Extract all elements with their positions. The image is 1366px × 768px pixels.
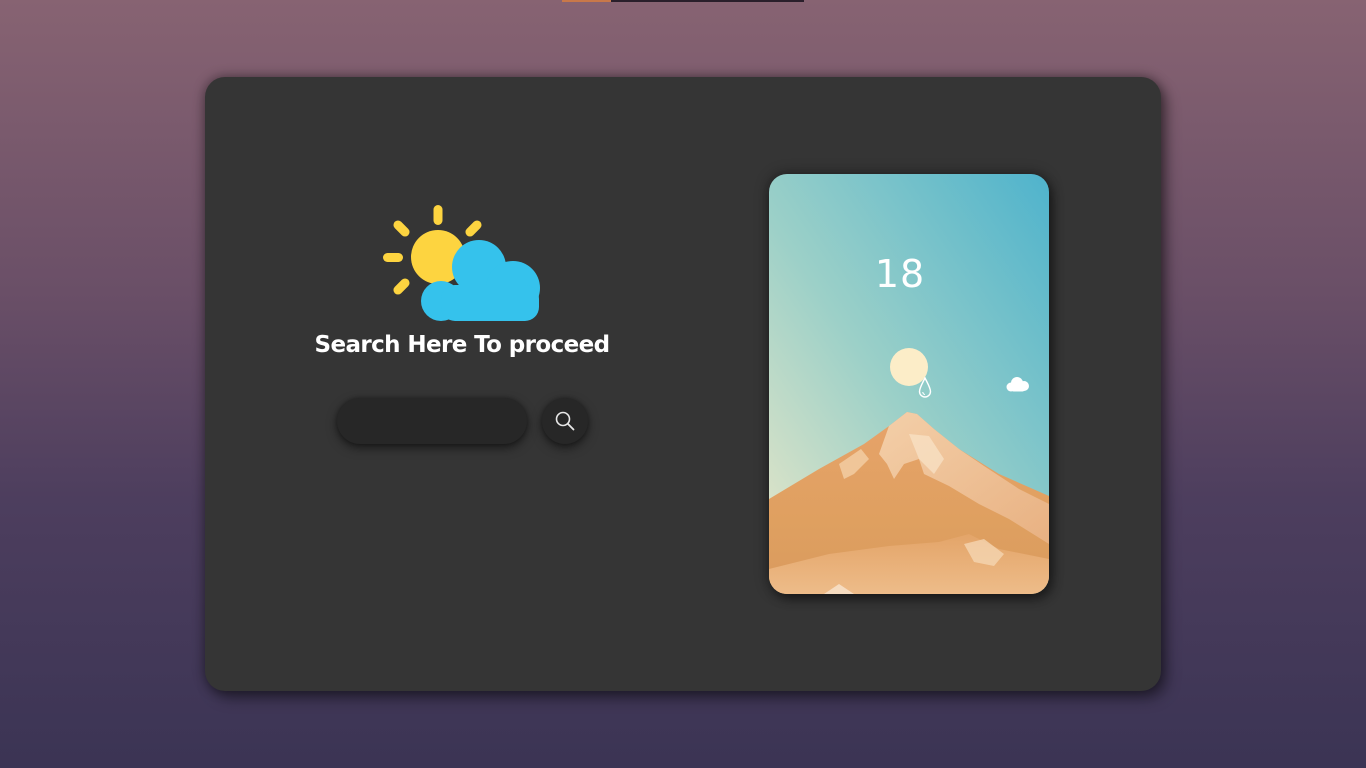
weather-card: 18	[769, 174, 1049, 594]
main-panel: Search Here To proceed 18	[205, 77, 1161, 691]
search-icon	[555, 411, 575, 431]
page-heading: Search Here To proceed	[314, 332, 611, 358]
sun-behind-cloud-icon	[383, 205, 540, 321]
cloud-icon	[1006, 377, 1029, 392]
search-button[interactable]	[542, 398, 588, 444]
temperature-value: 18	[874, 252, 926, 296]
search-input[interactable]	[337, 398, 527, 444]
raindrop-icon	[918, 377, 932, 398]
top-scroll-bar-accent	[562, 0, 611, 2]
